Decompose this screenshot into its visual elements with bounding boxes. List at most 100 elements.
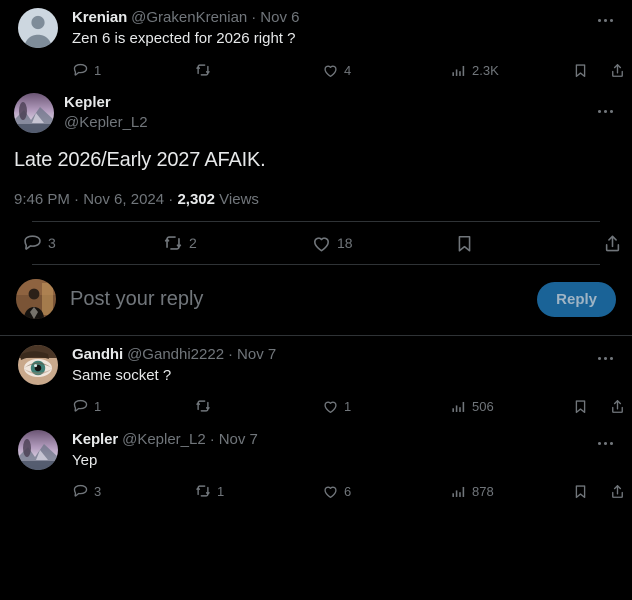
more-horizontal-icon xyxy=(597,109,601,113)
share-upload-icon xyxy=(612,399,623,413)
share-action[interactable] xyxy=(602,222,623,264)
like-action[interactable]: 4 xyxy=(322,55,351,85)
reply-tweet-gandhi[interactable]: Gandhi @Gandhi2222 · Nov 7 Same socket ?… xyxy=(0,336,632,421)
retweet-action[interactable]: 2 xyxy=(162,222,197,264)
reply-more-button[interactable] xyxy=(590,433,620,453)
parent-tweet-avatar-column xyxy=(14,8,62,48)
purple-landscape-avatar-icon xyxy=(18,430,58,470)
author-display-name[interactable]: Gandhi xyxy=(72,345,123,365)
analytics-bar-icon xyxy=(452,486,465,497)
author-handle[interactable]: @Kepler_L2 xyxy=(64,113,148,133)
more-horizontal-icon xyxy=(603,18,607,22)
reply-action[interactable]: 3 xyxy=(72,476,101,506)
author-display-name[interactable]: Krenian xyxy=(72,8,127,28)
separator-dot: · xyxy=(209,431,215,448)
person-dark-suit-avatar-icon xyxy=(16,279,56,319)
avatar[interactable] xyxy=(14,93,54,133)
views-action[interactable]: 2.3K xyxy=(450,55,499,85)
tweet-date[interactable]: Nov 6 xyxy=(260,8,299,28)
author-handle[interactable]: @GrakenKrenian xyxy=(131,8,247,28)
like-action[interactable]: 1 xyxy=(322,391,351,421)
views-action[interactable]: 878 xyxy=(450,476,494,506)
bookmark-action[interactable] xyxy=(572,476,589,506)
reply-avatar-column xyxy=(14,430,62,470)
reply-input[interactable]: Post your reply xyxy=(56,288,537,311)
retweet-action[interactable] xyxy=(194,391,217,421)
retweet-action[interactable]: 1 xyxy=(194,476,224,506)
divider-below-actions xyxy=(32,264,600,265)
bookmark-action[interactable] xyxy=(454,222,475,264)
focused-tweet-author: Kepler @Kepler_L2 xyxy=(54,93,148,133)
heart-icon xyxy=(324,486,337,498)
reply-action[interactable]: 1 xyxy=(72,55,101,85)
reply-action[interactable]: 3 xyxy=(22,222,56,264)
eye-closeup-avatar-icon xyxy=(18,345,58,385)
analytics-bar-icon xyxy=(452,401,465,412)
author-display-name[interactable]: Kepler xyxy=(64,93,148,113)
author-display-name[interactable]: Kepler xyxy=(72,430,118,450)
default-person-avatar-icon xyxy=(18,8,58,48)
retweet-count: 2 xyxy=(189,235,197,251)
parent-tweet-action-bar: 1 4 2.3K xyxy=(72,55,623,85)
more-horizontal-icon xyxy=(597,18,601,22)
heart-icon xyxy=(314,236,329,251)
reply-submit-button[interactable]: Reply xyxy=(537,281,616,317)
reply-composer: Post your reply Reply xyxy=(0,265,632,335)
reply-tweet-kepler[interactable]: Kepler @Kepler_L2 · Nov 7 Yep 3 1 6 878 xyxy=(0,421,632,506)
more-horizontal-icon xyxy=(603,109,607,113)
bookmark-action[interactable] xyxy=(572,55,589,85)
share-action[interactable] xyxy=(609,55,626,85)
views-action[interactable]: 506 xyxy=(450,391,494,421)
more-horizontal-icon xyxy=(597,441,601,445)
reply-count: 3 xyxy=(94,483,102,499)
more-horizontal-icon xyxy=(609,356,613,360)
like-action[interactable]: 18 xyxy=(311,222,353,264)
focused-tweet-text: Late 2026/Early 2027 AFAIK. xyxy=(14,149,266,171)
avatar[interactable] xyxy=(18,8,58,48)
tweet-date[interactable]: Nov 7 xyxy=(237,345,276,365)
bookmark-action[interactable] xyxy=(572,391,589,421)
more-horizontal-icon xyxy=(603,356,607,360)
like-action[interactable]: 6 xyxy=(322,476,351,506)
retweet-icon xyxy=(196,485,210,497)
retweet-icon xyxy=(196,64,210,76)
reply-action-bar: 1 1 506 xyxy=(72,391,623,421)
views-count: 2.3K xyxy=(472,62,499,78)
views-count: 506 xyxy=(472,398,494,414)
focused-tweet-action-bar: 3 2 18 xyxy=(14,222,620,264)
separator-dot: · xyxy=(168,191,174,208)
share-upload-icon xyxy=(612,63,623,77)
reply-avatar-column xyxy=(14,345,62,385)
reply-action[interactable]: 1 xyxy=(72,391,101,421)
reply-more-button[interactable] xyxy=(590,348,620,368)
retweet-action[interactable] xyxy=(194,55,217,85)
tweet-date[interactable]: Nov 7 xyxy=(219,430,258,450)
reply-header: Gandhi @Gandhi2222 · Nov 7 xyxy=(72,345,618,365)
focused-tweet-metadata: 9:46 PM · Nov 6, 2024 · 2,302 Views xyxy=(14,190,618,210)
analytics-bar-icon xyxy=(452,65,465,76)
avatar[interactable] xyxy=(18,345,58,385)
more-horizontal-icon xyxy=(609,109,613,113)
reply-header: Kepler @Kepler_L2 · Nov 7 xyxy=(72,430,618,450)
focused-tweet-more-button[interactable] xyxy=(590,101,620,121)
parent-tweet-header: Krenian @GrakenKrenian · Nov 6 xyxy=(72,8,618,28)
reply-text: Yep xyxy=(72,452,98,469)
author-handle[interactable]: @Gandhi2222 xyxy=(127,345,224,365)
comment-icon xyxy=(73,484,88,497)
retweet-count: 1 xyxy=(217,483,225,499)
reply-action-bar: 3 1 6 878 xyxy=(72,476,623,506)
avatar[interactable] xyxy=(18,430,58,470)
bookmark-icon xyxy=(458,235,471,252)
views-count: 878 xyxy=(472,483,494,499)
parent-tweet[interactable]: Krenian @GrakenKrenian · Nov 6 Zen 6 is … xyxy=(0,0,632,87)
comment-icon xyxy=(73,399,88,412)
author-handle[interactable]: @Kepler_L2 xyxy=(122,430,206,450)
share-action[interactable] xyxy=(609,476,626,506)
like-count: 1 xyxy=(344,398,352,414)
separator-dot: · xyxy=(251,9,257,26)
parent-tweet-more-button[interactable] xyxy=(590,10,620,30)
avatar[interactable] xyxy=(16,279,56,319)
retweet-icon xyxy=(164,236,182,250)
share-action[interactable] xyxy=(609,391,626,421)
comment-icon xyxy=(73,63,88,76)
